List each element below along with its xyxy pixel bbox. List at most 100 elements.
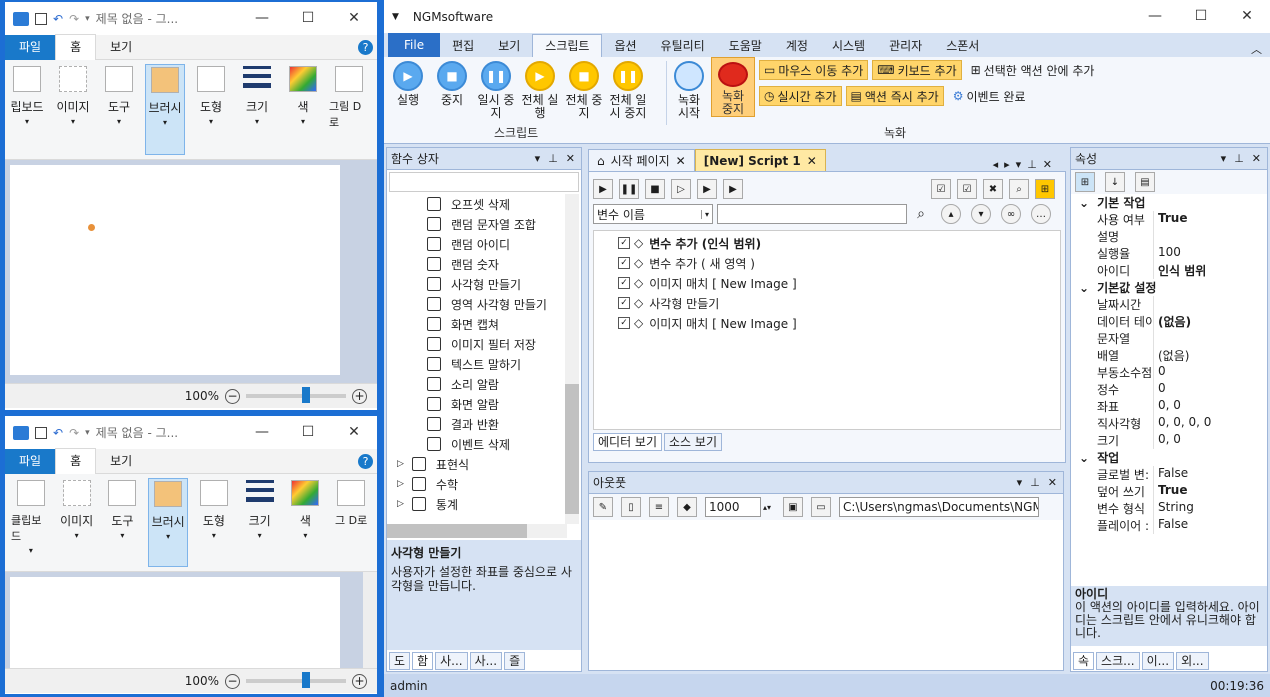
script-button[interactable]: ▶ 실행	[386, 57, 430, 143]
minimize-button[interactable]: —	[1132, 0, 1178, 33]
dropdown-icon[interactable]: ▾	[1017, 476, 1023, 489]
customize-qa-icon[interactable]: ▾	[85, 14, 90, 24]
add-in-selected-button[interactable]: ⊞ 선택한 액션 안에 추가	[966, 60, 1100, 80]
folder-icon[interactable]: ▭	[811, 497, 832, 517]
record-stop-button[interactable]: 녹화 중지	[711, 57, 755, 117]
add-keyboard-button[interactable]: ⌨ 키보드 추가	[872, 60, 962, 80]
help-icon[interactable]: ?	[358, 453, 373, 469]
property-row[interactable]: 부동소수점 0	[1071, 364, 1267, 381]
step-button[interactable]: ▶	[697, 179, 717, 199]
zoom-slider[interactable]	[246, 387, 346, 403]
maximize-button[interactable]: ☐	[285, 416, 331, 449]
property-row[interactable]: 크기 0, 0	[1071, 432, 1267, 449]
function-group[interactable]: ▷ 수학	[397, 474, 581, 494]
collapse-ribbon-icon[interactable]: ︿	[1251, 41, 1262, 57]
tab-script-explorer[interactable]: 스크...	[1096, 652, 1140, 670]
play-next-button[interactable]: ▷	[671, 179, 691, 199]
property-row[interactable]: 정수 0	[1071, 381, 1267, 398]
help-icon[interactable]: ?	[358, 39, 373, 55]
tab-editor-view[interactable]: 에디터 보기	[593, 433, 663, 451]
function-item[interactable]: 랜덤 문자열 조합	[427, 214, 581, 234]
next-icon[interactable]: ▾	[971, 204, 991, 224]
save-icon[interactable]: ▣	[783, 497, 804, 517]
function-item[interactable]: 이벤트 삭제	[427, 434, 581, 454]
search-icon[interactable]: ⌕	[1009, 179, 1029, 199]
close-button[interactable]: ✕	[1224, 0, 1270, 33]
editor-action-row[interactable]: ✓ ◇ 변수 추가 (인식 범위)	[618, 233, 1036, 253]
group-colors[interactable]: 색 ▾	[286, 478, 326, 567]
close-icon[interactable]: ✕	[566, 152, 575, 165]
tab-images[interactable]: 이...	[1141, 652, 1175, 670]
minimize-button[interactable]: —	[239, 416, 285, 449]
function-item[interactable]: 화면 캡쳐	[427, 314, 581, 334]
property-row[interactable]: 문자열	[1071, 330, 1267, 347]
tab-start-page[interactable]: ⌂ 시작 페이지 ✕	[588, 149, 695, 171]
editor-search-input[interactable]	[717, 204, 907, 224]
add-realtime-button[interactable]: ◷ 실시간 추가	[759, 86, 842, 106]
property-row[interactable]: 플레이어 : False	[1071, 517, 1267, 534]
script-button[interactable]: ■ 전체 중지	[562, 57, 606, 143]
function-item[interactable]: 결과 반환	[427, 414, 581, 434]
property-row[interactable]: 직사각형 0, 0, 0, 0	[1071, 415, 1267, 432]
dropdown-icon[interactable]: ▾	[1221, 152, 1227, 165]
function-item[interactable]: 영역 사각형 만들기	[427, 294, 581, 314]
add-mouse-move-button[interactable]: ▭ 마우스 이동 추가	[759, 60, 869, 80]
function-item[interactable]: 텍스트 말하기	[427, 354, 581, 374]
customize-qa-icon[interactable]: ▾	[85, 428, 90, 438]
function-item[interactable]: 랜덤 숫자	[427, 254, 581, 274]
variable-select[interactable]: 변수 이름 ▾	[593, 204, 713, 224]
tab-options[interactable]: 옵션	[602, 35, 648, 57]
pause-button[interactable]: ❚❚	[619, 179, 639, 199]
tab-favorites[interactable]: 즐	[504, 652, 526, 670]
redo-icon[interactable]: ↷	[69, 426, 79, 440]
tab-help[interactable]: 도움말	[717, 35, 774, 57]
checkbox[interactable]: ✓	[618, 317, 630, 329]
expand-icon[interactable]: ▷	[397, 459, 404, 469]
checkbox[interactable]: ✓	[618, 257, 630, 269]
paint-canvas[interactable]	[10, 577, 340, 668]
property-row[interactable]: 배열 (없음)	[1071, 347, 1267, 364]
undo-icon[interactable]: ↶	[53, 12, 63, 26]
delete-icon[interactable]: ✖	[983, 179, 1003, 199]
group-shapes[interactable]: 도형 ▾	[194, 478, 234, 567]
record-start-button[interactable]: 녹화 시작	[667, 57, 711, 143]
function-item[interactable]: 화면 알람	[427, 394, 581, 414]
tab-view[interactable]: 보기	[486, 35, 532, 57]
zoom-slider[interactable]	[246, 672, 346, 688]
group-tools[interactable]: 도구 ▾	[99, 64, 139, 155]
group-size[interactable]: 크기 ▾	[237, 64, 277, 155]
doc-tab-controls[interactable]: ◂▸▾⊥✕	[993, 158, 1066, 171]
count-stepper[interactable]: ▴▾	[763, 503, 771, 512]
property-row[interactable]: 날짜시간	[1071, 296, 1267, 313]
loop-icon[interactable]: ∞	[1001, 204, 1021, 224]
property-row[interactable]: 데이터 테이 (없음)	[1071, 313, 1267, 330]
eraser-icon[interactable]: ◆	[677, 497, 697, 517]
group-image[interactable]: 이미지 ▾	[53, 64, 93, 155]
vertical-scrollbar[interactable]	[363, 572, 377, 668]
list-icon[interactable]: ≡	[649, 497, 669, 517]
property-category[interactable]: ⌄ 기본값 설정	[1071, 279, 1267, 296]
property-row[interactable]: 설명	[1071, 228, 1267, 245]
checkbox[interactable]: ✓	[618, 277, 630, 289]
minimize-button[interactable]: —	[239, 2, 285, 35]
zoom-in-button[interactable]: +	[352, 388, 367, 404]
zoom-out-button[interactable]: −	[225, 388, 240, 404]
dropdown-icon[interactable]: ▾	[535, 152, 541, 165]
check-all-icon[interactable]: ☑	[931, 179, 951, 199]
function-tree-scrollbar[interactable]	[565, 194, 579, 524]
tab-account[interactable]: 계정	[774, 35, 820, 57]
output-path-input[interactable]: C:\Users\ngmas\Documents\NGM6\	[839, 497, 1040, 517]
tab-home[interactable]: 홈	[55, 448, 97, 474]
sort-az-icon[interactable]: ↓	[1105, 172, 1125, 192]
save-icon[interactable]	[35, 426, 47, 439]
tab-user-a[interactable]: 사...	[435, 652, 468, 670]
count-input[interactable]: 1000	[705, 497, 761, 517]
tab-source-view[interactable]: 소스 보기	[664, 433, 722, 451]
close-icon[interactable]: ✕	[807, 150, 817, 172]
tab-device[interactable]: 도	[389, 652, 411, 670]
add-action-now-button[interactable]: ▤ 액션 즉시 추가	[845, 86, 944, 106]
maximize-button[interactable]: ☐	[285, 2, 331, 35]
tab-admin[interactable]: 관리자	[877, 35, 934, 57]
tab-file[interactable]: 파일	[5, 34, 56, 60]
property-row[interactable]: 변수 형식 String	[1071, 500, 1267, 517]
